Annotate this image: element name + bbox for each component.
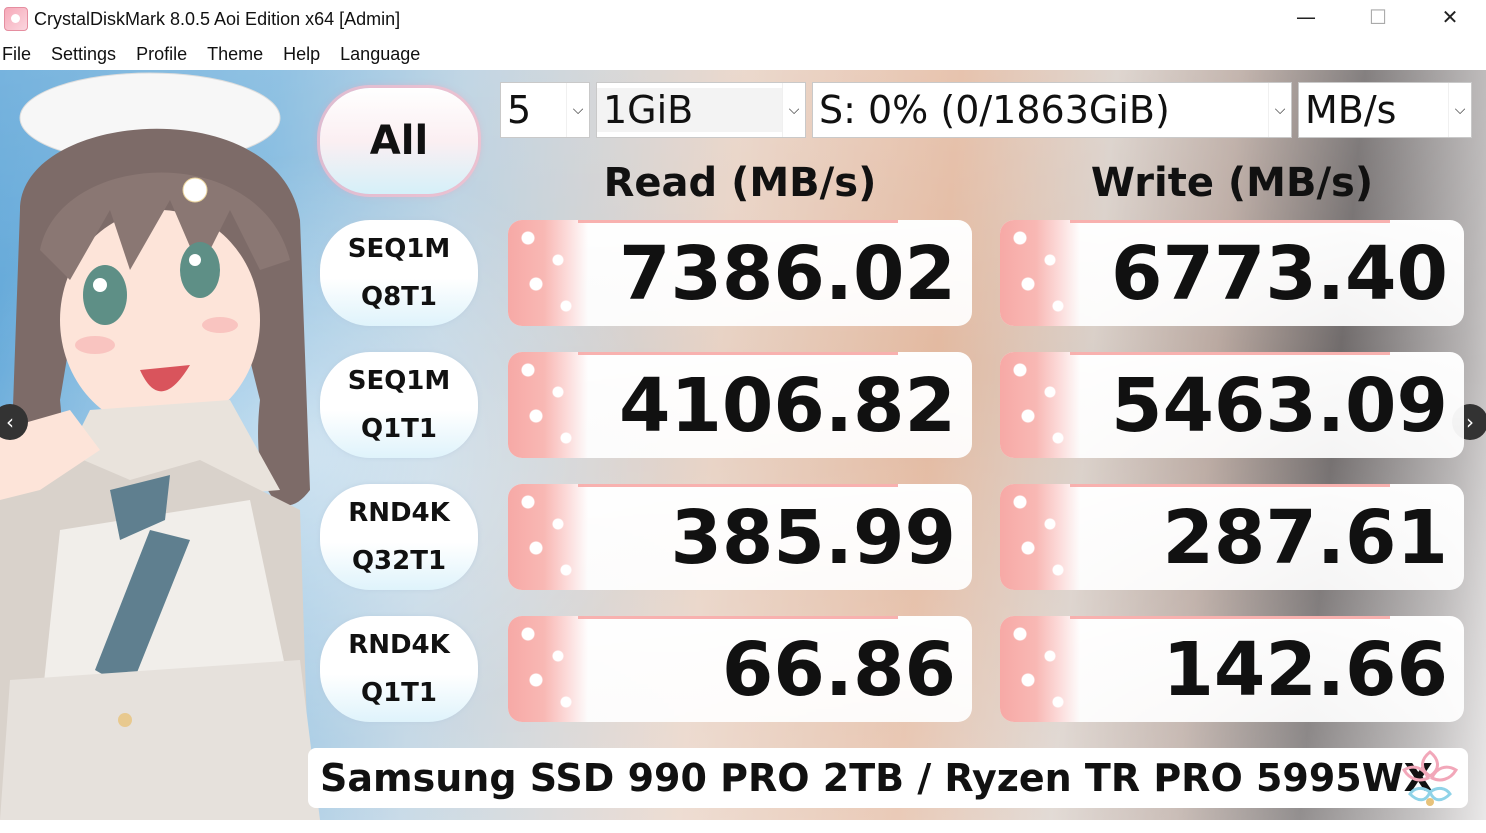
test-seq1m-q1t1-button[interactable]: SEQ1M Q1T1 [320,352,478,458]
window-title: CrystalDiskMark 8.0.5 Aoi Edition x64 [A… [34,8,401,29]
drive-value: S: 0% (0/1863GiB) [819,88,1170,132]
test-label-line1: SEQ1M [347,234,451,264]
read-result-seq1m-q8t1: 7386.02 [508,220,972,326]
chevron-down-icon: ⌵ [782,83,805,137]
comment-field[interactable]: Samsung SSD 990 PRO 2TB / Ryzen TR PRO 5… [308,748,1468,808]
read-result-rnd4k-q32t1: 385.99 [508,484,972,590]
unit-value: MB/s [1305,88,1397,132]
write-value: 287.61 [1162,495,1448,581]
menu-help[interactable]: Help [273,44,330,65]
write-value: 6773.40 [1110,231,1448,317]
chevron-down-icon: ⌵ [566,83,589,137]
menu-theme[interactable]: Theme [197,44,273,65]
menu-file[interactable]: File [0,44,41,65]
read-header: Read (MB/s) [603,160,877,206]
write-result-seq1m-q1t1: 5463.09 [1000,352,1464,458]
read-value: 7386.02 [618,231,956,317]
maximize-button[interactable]: ☐ [1342,0,1414,34]
menu-language[interactable]: Language [330,44,430,65]
comment-text: Samsung SSD 990 PRO 2TB / Ryzen TR PRO 5… [320,756,1433,800]
size-select[interactable]: 1GiB ⌵ [596,82,806,138]
character-illustration [0,72,320,820]
write-header: Write (MB/s) [1090,160,1374,206]
read-value: 385.99 [670,495,956,581]
sakura-bar-icon [508,220,588,326]
write-value: 142.66 [1162,627,1448,713]
test-label-line2: Q1T1 [360,414,438,444]
menu-profile[interactable]: Profile [126,44,197,65]
size-value: 1GiB [597,88,782,132]
close-button[interactable]: ✕ [1414,0,1486,34]
count-select[interactable]: 5 ⌵ [500,82,590,138]
sakura-bar-icon [1000,484,1080,590]
menu-bar: File Settings Profile Theme Help Languag… [0,38,1486,71]
test-label-line2: Q32T1 [351,546,447,576]
title-bar: CrystalDiskMark 8.0.5 Aoi Edition x64 [A… [0,0,1486,38]
window-controls: — ☐ ✕ [1270,0,1486,34]
drive-select[interactable]: S: 0% (0/1863GiB) ⌵ [812,82,1292,138]
test-seq1m-q8t1-button[interactable]: SEQ1M Q8T1 [320,220,478,326]
test-label-line2: Q1T1 [360,678,438,708]
test-rnd4k-q1t1-button[interactable]: RND4K Q1T1 [320,616,478,722]
test-label-line2: Q8T1 [360,282,438,312]
count-value: 5 [507,88,532,132]
sakura-bar-icon [508,484,588,590]
minimize-button[interactable]: — [1270,0,1342,34]
unit-select[interactable]: MB/s ⌵ [1298,82,1472,138]
all-button[interactable]: All [320,88,478,194]
read-result-seq1m-q1t1: 4106.82 [508,352,972,458]
all-button-label: All [369,118,429,164]
test-label-line1: RND4K [348,498,450,528]
status-strip [0,820,1486,833]
test-label-line1: RND4K [348,630,450,660]
sakura-bar-icon [508,352,588,458]
sakura-logo-icon [1401,750,1459,806]
chevron-down-icon: ⌵ [1448,83,1471,137]
sakura-bar-icon [1000,352,1080,458]
test-rnd4k-q32t1-button[interactable]: RND4K Q32T1 [320,484,478,590]
write-result-seq1m-q8t1: 6773.40 [1000,220,1464,326]
benchmark-panel: ‹ › All 5 ⌵ 1GiB ⌵ S: 0% (0/1863GiB) ⌵ M… [0,70,1486,820]
read-result-rnd4k-q1t1: 66.86 [508,616,972,722]
write-value: 5463.09 [1110,363,1448,449]
crystaldiskmark-app-icon [4,7,28,31]
read-value: 4106.82 [618,363,956,449]
menu-settings[interactable]: Settings [41,44,126,65]
chevron-down-icon: ⌵ [1268,83,1291,137]
write-result-rnd4k-q1t1: 142.66 [1000,616,1464,722]
read-value: 66.86 [721,627,956,713]
write-result-rnd4k-q32t1: 287.61 [1000,484,1464,590]
sakura-bar-icon [508,616,588,722]
test-label-line1: SEQ1M [347,366,451,396]
sakura-bar-icon [1000,616,1080,722]
sakura-bar-icon [1000,220,1080,326]
